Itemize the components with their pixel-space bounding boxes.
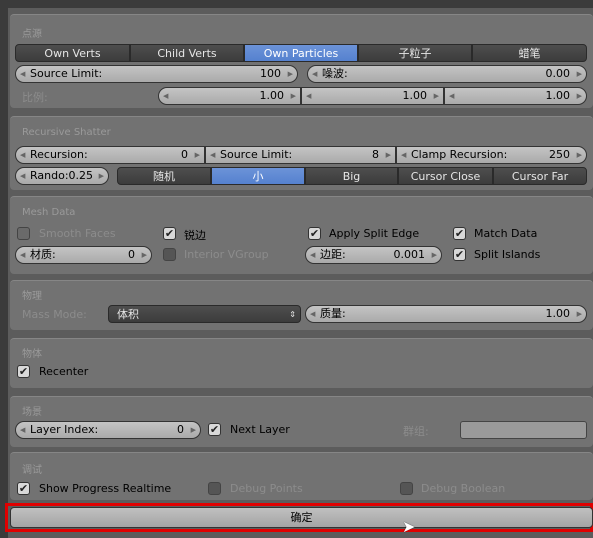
label: Source Limit: bbox=[30, 67, 103, 80]
value: 100 bbox=[260, 67, 281, 80]
value: 0 bbox=[177, 423, 184, 436]
material-field[interactable]: ◀ 材质: 0 ▶ bbox=[15, 246, 152, 264]
scene-panel: 场景 ◀ Layer Index: 0 ▶ ✔ Next Layer 群组: bbox=[10, 396, 593, 447]
mass-mode-dropdown[interactable]: 体积 ⇕ bbox=[108, 305, 301, 323]
next-layer-checkbox[interactable]: ✔ bbox=[208, 423, 221, 436]
show-progress-checkbox[interactable]: ✔ bbox=[17, 482, 30, 495]
label: 质量: bbox=[320, 307, 346, 320]
value: 1.00 bbox=[545, 307, 571, 320]
value: 8 bbox=[372, 148, 379, 161]
recenter-label: Recenter bbox=[39, 365, 89, 378]
mode-big[interactable]: Big bbox=[305, 167, 398, 185]
scale-z-field[interactable]: ◀ 1.00 ▶ bbox=[444, 87, 587, 105]
debug-points-label: Debug Points bbox=[230, 482, 303, 495]
value: 体积 bbox=[117, 308, 139, 321]
tab-child-particles[interactable]: 子粒子 bbox=[358, 44, 472, 62]
group-label: 群组: bbox=[403, 425, 429, 438]
panel-header: Mesh Data bbox=[22, 207, 76, 218]
label: Layer Index: bbox=[30, 423, 99, 436]
smooth-faces-checkbox[interactable] bbox=[17, 227, 30, 240]
mesh-data-panel: Mesh Data Smooth Faces ✔ 锐边 ✔ Apply Spli… bbox=[10, 196, 593, 274]
show-progress-label: Show Progress Realtime bbox=[39, 482, 172, 495]
next-layer-label: Next Layer bbox=[230, 423, 290, 436]
mouse-cursor-icon: ➤ bbox=[402, 517, 416, 536]
rando-field[interactable]: ◀ Rando: 0.25 ▶ bbox=[15, 167, 109, 185]
debug-boolean-checkbox[interactable] bbox=[400, 482, 413, 495]
recursive-source-limit-field[interactable]: ◀ Source Limit: 8 ▶ bbox=[205, 146, 396, 164]
panel-header: 物理 bbox=[22, 291, 42, 302]
panel-header: 调试 bbox=[22, 465, 42, 476]
value: 1.00 bbox=[545, 89, 571, 102]
group-input[interactable] bbox=[460, 421, 587, 439]
label: 噪波: bbox=[322, 67, 348, 80]
label: Rando: bbox=[30, 169, 69, 182]
margin-field[interactable]: ◀ 边距: 0.001 ▶ bbox=[305, 246, 442, 264]
label: Clamp Recursion: bbox=[411, 148, 508, 161]
recursive-shatter-panel: Recursive Shatter ◀ Recursion: 0 ▶ ◀ Source … bbox=[10, 116, 593, 190]
value: 0.001 bbox=[393, 248, 426, 261]
mass-field[interactable]: ◀ 质量: 1.00 ▶ bbox=[305, 305, 587, 323]
debug-panel: 调试 ✔ Show Progress Realtime Debug Points… bbox=[10, 452, 593, 500]
tab-own-particles[interactable]: Own Particles bbox=[244, 44, 358, 62]
value: 0 bbox=[128, 248, 135, 261]
panel-header: 物体 bbox=[22, 349, 42, 360]
split-islands-label: Split Islands bbox=[474, 248, 541, 261]
point-source-panel: 点源 Own Verts Child Verts Own Particles 子… bbox=[10, 14, 593, 108]
mass-mode-label: Mass Mode: bbox=[22, 308, 87, 321]
tab-child-verts[interactable]: Child Verts bbox=[130, 44, 244, 62]
recenter-checkbox[interactable]: ✔ bbox=[17, 365, 30, 378]
debug-boolean-label: Debug Boolean bbox=[421, 482, 506, 495]
sharp-edges-label: 锐边 bbox=[184, 229, 206, 242]
panel-header: 点源 bbox=[22, 29, 42, 40]
interior-vgroup-label: Interior VGroup bbox=[184, 248, 269, 261]
value: 0.00 bbox=[545, 67, 571, 80]
value: 250 bbox=[549, 148, 570, 161]
panel-header: 场景 bbox=[22, 407, 42, 418]
mode-cursor-far[interactable]: Cursor Far bbox=[493, 167, 587, 185]
value: 1.00 bbox=[259, 89, 285, 102]
match-data-label: Match Data bbox=[474, 227, 538, 240]
smooth-faces-label: Smooth Faces bbox=[39, 227, 116, 240]
value: 0 bbox=[181, 148, 188, 161]
panel-header: Recursive Shatter bbox=[22, 127, 111, 138]
value: 1.00 bbox=[402, 89, 428, 102]
value: 0.25 bbox=[68, 169, 94, 182]
mode-random[interactable]: 随机 bbox=[117, 167, 211, 185]
object-panel: 物体 ✔ Recenter bbox=[10, 338, 593, 388]
recursion-field[interactable]: ◀ Recursion: 0 ▶ bbox=[15, 146, 205, 164]
physics-panel: 物理 Mass Mode: 体积 ⇕ ◀ 质量: 1.00 ▶ bbox=[10, 280, 593, 330]
split-islands-checkbox[interactable]: ✔ bbox=[453, 248, 466, 261]
scale-label: 比例: bbox=[22, 91, 48, 104]
apply-split-edge-label: Apply Split Edge bbox=[329, 227, 420, 240]
label: 材质: bbox=[30, 248, 56, 261]
noise-field[interactable]: ◀ 噪波: 0.00 ▶ bbox=[307, 65, 587, 83]
apply-split-edge-checkbox[interactable]: ✔ bbox=[308, 227, 321, 240]
mode-small[interactable]: 小 bbox=[211, 167, 305, 185]
layer-index-field[interactable]: ◀ Layer Index: 0 ▶ bbox=[15, 421, 201, 439]
mode-cursor-close[interactable]: Cursor Close bbox=[398, 167, 493, 185]
source-limit-field[interactable]: ◀ Source Limit: 100 ▶ bbox=[15, 65, 298, 83]
label: 边距: bbox=[320, 248, 346, 261]
label: Source Limit: bbox=[220, 148, 293, 161]
tab-grease-pencil[interactable]: 蜡笔 bbox=[472, 44, 587, 62]
confirm-button[interactable]: 确定 bbox=[10, 507, 593, 528]
updown-arrow-icon: ⇕ bbox=[289, 310, 296, 319]
scale-x-field[interactable]: ◀ 1.00 ▶ bbox=[158, 87, 301, 105]
sharp-edges-checkbox[interactable]: ✔ bbox=[163, 227, 176, 240]
match-data-checkbox[interactable]: ✔ bbox=[453, 227, 466, 240]
clamp-recursion-field[interactable]: ◀ Clamp Recursion: 250 ▶ bbox=[396, 146, 587, 164]
scale-y-field[interactable]: ◀ 1.00 ▶ bbox=[301, 87, 444, 105]
debug-points-checkbox[interactable] bbox=[208, 482, 221, 495]
tab-own-verts[interactable]: Own Verts bbox=[15, 44, 130, 62]
label: Recursion: bbox=[30, 148, 88, 161]
interior-vgroup-checkbox[interactable] bbox=[163, 248, 176, 261]
